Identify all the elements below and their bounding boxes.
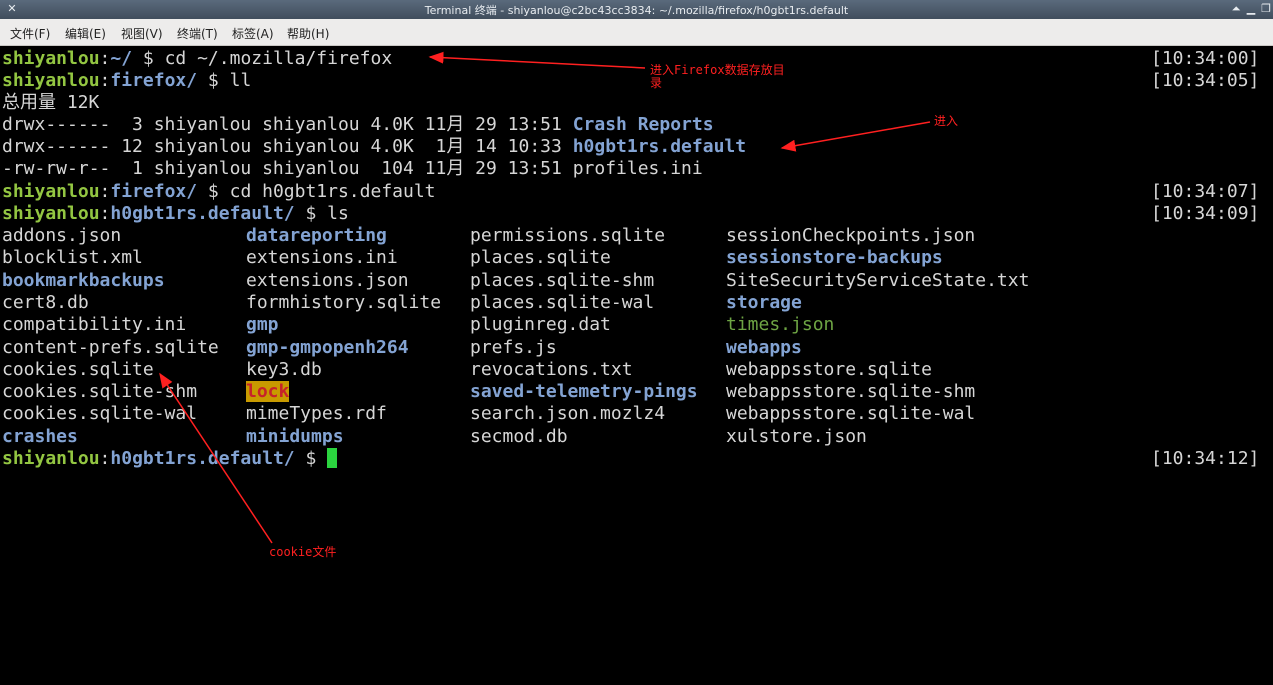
annotation-enter: 进入 <box>934 114 959 128</box>
annotation-arrow-enter <box>780 121 931 152</box>
annotation-arrows <box>159 51 931 544</box>
annotation-cookie-file: cookie文件 <box>269 545 337 559</box>
annotation-firefox-dir: 进入Firefox数据存放目录 <box>650 63 785 90</box>
annotation-arrow-cookie <box>159 372 273 544</box>
annotation-arrow-firefox-dir <box>428 51 646 69</box>
